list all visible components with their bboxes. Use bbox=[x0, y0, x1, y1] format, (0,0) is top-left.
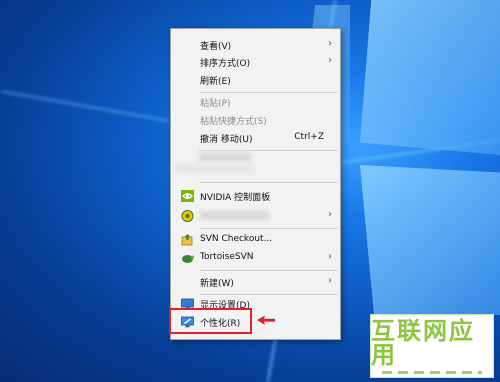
menu-item-label: 新建(W) bbox=[200, 279, 234, 289]
chevron-right-icon: › bbox=[328, 209, 332, 220]
menu-item-label: TortoiseSVN bbox=[200, 252, 254, 262]
watermark-title: 互联网应用 bbox=[371, 316, 475, 369]
menu-separator bbox=[199, 228, 338, 229]
app-icon bbox=[181, 210, 194, 222]
menu-item-label: SVN Checkout... bbox=[200, 234, 273, 244]
chevron-right-icon: › bbox=[328, 251, 332, 262]
menu-item-label: 查看(V) bbox=[200, 42, 232, 52]
window-logo-pane bbox=[360, 0, 500, 155]
red-arrow-icon bbox=[257, 315, 275, 325]
menu-item-label: 粘贴(P) bbox=[200, 99, 231, 109]
menu-item-paste-shortcut: 粘贴快捷方式(S) bbox=[171, 111, 340, 129]
menu-item-shortcut: Ctrl+Z bbox=[294, 132, 324, 142]
menu-item-redacted-app[interactable]: › bbox=[171, 207, 340, 225]
svn-checkout-icon bbox=[181, 234, 193, 246]
menu-item-label: NVIDIA 控制面板 bbox=[200, 193, 271, 203]
menu-item-paste: 粘贴(P) bbox=[171, 93, 340, 111]
menu-item-label: 刷新(E) bbox=[200, 77, 231, 87]
menu-separator bbox=[199, 182, 338, 183]
watermark-subtitle-bar bbox=[382, 370, 482, 374]
redacted-label bbox=[200, 211, 270, 220]
window-logo-pane bbox=[360, 165, 500, 315]
menu-item-svn-checkout[interactable]: SVN Checkout... bbox=[171, 231, 340, 249]
menu-separator bbox=[199, 150, 338, 151]
menu-item-nvidia-control-panel[interactable]: NVIDIA 控制面板 bbox=[171, 187, 340, 205]
chevron-right-icon: › bbox=[328, 275, 332, 286]
chevron-right-icon: › bbox=[328, 38, 332, 49]
highlight-box bbox=[169, 308, 252, 334]
menu-item-label: 撤消 移动(U) bbox=[200, 135, 253, 145]
menu-item-tortoisesvn[interactable]: TortoiseSVN › bbox=[171, 249, 340, 267]
redacted-menu-item bbox=[199, 153, 251, 162]
menu-item-sort-by[interactable]: 排序方式(O) › bbox=[171, 53, 340, 71]
watermark-logo: 互联网应用 bbox=[370, 314, 494, 378]
tortoisesvn-icon bbox=[182, 255, 194, 263]
menu-item-undo-move[interactable]: 撤消 移动(U) Ctrl+Z bbox=[171, 129, 340, 147]
menu-item-label: 排序方式(O) bbox=[200, 59, 251, 69]
menu-item-label: 粘贴快捷方式(S) bbox=[200, 117, 267, 127]
context-menu: 查看(V) › 排序方式(O) › 刷新(E) 粘贴(P) 粘贴快捷方式(S) … bbox=[170, 28, 341, 340]
menu-item-view[interactable]: 查看(V) › bbox=[171, 36, 340, 54]
redacted-menu-item bbox=[174, 164, 254, 173]
chevron-right-icon: › bbox=[328, 55, 332, 66]
nvidia-icon bbox=[181, 190, 194, 202]
menu-separator bbox=[199, 270, 338, 271]
menu-item-new[interactable]: 新建(W) › bbox=[171, 273, 340, 291]
menu-item-refresh[interactable]: 刷新(E) bbox=[171, 71, 340, 89]
